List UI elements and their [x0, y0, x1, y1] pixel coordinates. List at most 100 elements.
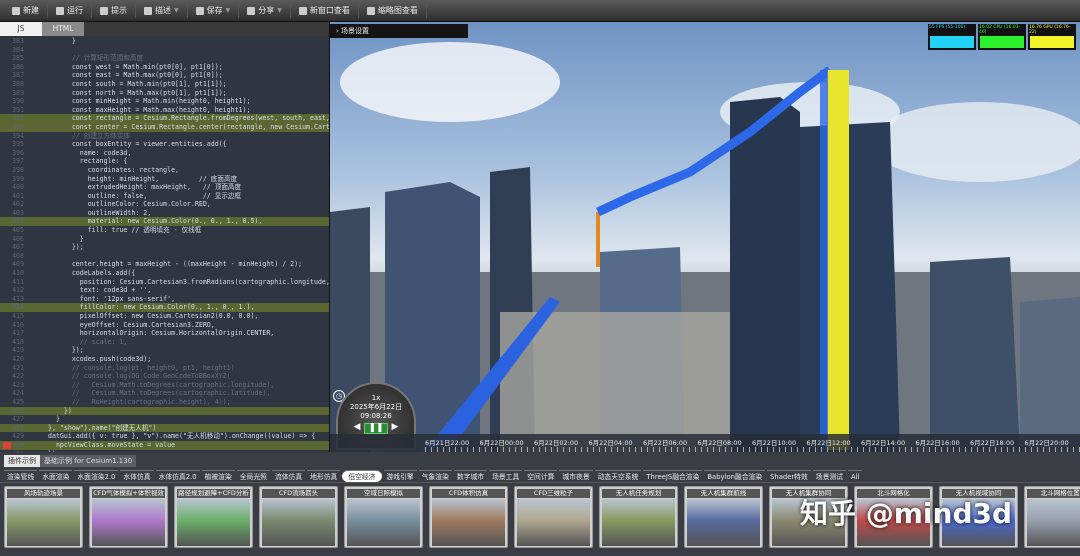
category-tab[interactable]: 全局光照	[236, 470, 270, 482]
toolbar-button-3[interactable]: 描述 ▼	[136, 3, 188, 18]
code-line: 401 outline: false, // 显示边框	[0, 192, 329, 201]
category-tab[interactable]: 数字城市	[453, 470, 488, 482]
line-number: 409	[12, 260, 24, 269]
perf-graph: 16.76 GPU (16.76-22)	[1028, 24, 1076, 50]
code-text: // Cesium.Math.toDegrees(cartographic.lo…	[48, 380, 275, 389]
code-line: 421 // console.log(pt, height0, pt1, hei…	[0, 364, 329, 373]
example-thumbnail[interactable]: 北斗网格位置码	[1024, 486, 1080, 548]
tab-plugin-examples[interactable]: 插件示例	[4, 455, 40, 467]
category-tab[interactable]: 渲染管线	[4, 470, 38, 482]
toolbar-button-5[interactable]: 分享 ▼	[239, 3, 291, 18]
line-number: 390	[12, 97, 24, 106]
example-thumbnail[interactable]: 风场轨迹场景	[4, 486, 83, 548]
example-thumbnail[interactable]: CFD气体模拟+体积视效	[89, 486, 168, 548]
code-text: const rectangle = Cesium.Rectangle.fromD…	[48, 114, 330, 123]
pause-button[interactable]: ❚❚	[364, 423, 388, 434]
category-tab[interactable]: 游戏引擎	[383, 470, 417, 482]
tab-html[interactable]: HTML	[42, 22, 84, 36]
tab-js[interactable]: JS	[0, 22, 42, 36]
code-text: });	[48, 346, 84, 355]
thumbnail-icon	[366, 6, 375, 15]
code-line: 402 outlineColor: Cesium.Color.RED,	[0, 200, 329, 209]
toolbar-button-6[interactable]: 新窗口查看	[291, 3, 359, 18]
scene-settings-panel[interactable]: › 场景设置	[330, 24, 468, 38]
code-line: 386 const west = Math.min(pt0[0], pt1[0]…	[0, 63, 329, 72]
rewind-button[interactable]: ◀	[354, 423, 361, 434]
code-line: 418 // scale: 1,	[0, 338, 329, 347]
toolbar-button-7[interactable]: 缩略图查看	[359, 3, 427, 18]
code-line: 388 const south = Math.min(pt0[1], pt1[1…	[0, 80, 329, 89]
category-tab[interactable]: 地形仿真	[307, 470, 341, 482]
code-text: text: code3d + '',	[48, 286, 152, 295]
code-line: 406 }	[0, 235, 329, 244]
example-thumbnail[interactable]: CFD三维粒子	[514, 486, 593, 548]
category-tab[interactable]: 气象渲染	[418, 470, 452, 482]
category-tab[interactable]: Babylon融合渲染	[704, 470, 766, 482]
chevron-down-icon: ▼	[225, 7, 231, 14]
code-line: 393 const center = Cesium.Rectangle.cent…	[0, 122, 329, 132]
toolbar-button-1[interactable]: 运行	[48, 3, 92, 18]
code-text: pixelOffset: new Cesium.Cartesian2(0.0, …	[48, 312, 259, 320]
thumbnail-title: CFD流场箭头	[262, 489, 335, 498]
category-tab[interactable]: 水面渲染	[39, 470, 73, 482]
code-line: 424 // Cesium.Math.toDegrees(cartographi…	[0, 389, 329, 398]
line-number: 413	[12, 294, 24, 303]
timeline-label: 6月21日22:00	[425, 439, 470, 447]
code-editor[interactable]: 383 } 384 385 // 计算矩形范围和高度 386 const west =…	[0, 36, 329, 452]
category-tab[interactable]: 植被渲染	[201, 470, 235, 482]
category-tab[interactable]: ThreeJS融合渲染	[643, 470, 703, 482]
forward-button[interactable]: ▶	[392, 423, 399, 434]
timeline-label: 6月22日16:00	[915, 439, 960, 447]
category-tab[interactable]: All	[847, 470, 863, 482]
toolbar-button-4[interactable]: 保存 ▼	[188, 3, 240, 18]
line-number: 397	[12, 157, 24, 166]
line-number: 428	[12, 423, 24, 432]
clock-time: 09:08:26	[360, 412, 392, 420]
tab-basic-examples[interactable]: 基础示例 for Cesium1.130	[40, 455, 137, 467]
category-tab[interactable]: 水体仿真	[120, 470, 154, 482]
code-text: font: '12px sans-serif',	[48, 294, 176, 303]
code-text: outline: false, // 显示边框	[48, 191, 242, 200]
toolbar-button-2[interactable]: 提示	[92, 3, 136, 18]
save-icon	[195, 6, 204, 15]
category-tab[interactable]: 空间计算	[524, 470, 558, 482]
timeline[interactable]: 6月21日22:00 6月22日00:00 6月22日02:00 6月22日04:00…	[330, 434, 1080, 452]
category-tab[interactable]: 低空经济	[342, 470, 382, 482]
line-number: 391	[12, 105, 24, 114]
category-tab[interactable]: 动态天空系统	[594, 470, 642, 482]
example-thumbnail[interactable]: 无人机集群航线	[684, 486, 763, 548]
line-number: 419	[12, 346, 24, 355]
code-line: 413 font: '12px sans-serif',	[0, 295, 329, 304]
perf-bar	[980, 36, 1024, 48]
category-tab[interactable]: 场景测试	[812, 470, 846, 482]
category-tab[interactable]: 场景工具	[489, 470, 523, 482]
error-marker-icon[interactable]	[3, 441, 11, 449]
example-thumbnail[interactable]: CFD体积仿真	[429, 486, 508, 548]
code-line: 396 name: code3d,	[0, 149, 329, 158]
line-number: 393	[12, 122, 24, 131]
category-tab[interactable]: Shader特效	[767, 470, 811, 482]
category-tab[interactable]: 水面渲染2.0	[74, 470, 119, 482]
code-text: })	[48, 406, 72, 415]
timeline-label: 6月22日18:00	[970, 439, 1015, 447]
example-thumbnail[interactable]: 路径规划避障+CFD分析	[174, 486, 253, 548]
code-text: // scale: 1,	[48, 337, 128, 346]
perf-label: 16.76 GPU (16.76-22)	[1029, 25, 1071, 35]
code-text: const north = Math.max(pt0[1], pt1[1]);	[48, 88, 227, 97]
category-tab[interactable]: 城市夜景	[559, 470, 593, 482]
category-tab[interactable]: 水体仿真2.0	[155, 470, 200, 482]
thumbnail-image	[262, 499, 335, 546]
toolbar-button-0[interactable]: 新建	[4, 3, 48, 18]
thumbnail-image	[92, 499, 165, 546]
3d-viewport[interactable]: › 场景设置 55 FPS (55-100) 16.02 CPU (16.03-4…	[330, 22, 1080, 452]
code-line: 408	[0, 252, 329, 261]
example-thumbnail[interactable]: CFD流场箭头	[259, 486, 338, 548]
category-tab[interactable]: 流体仿真	[271, 470, 306, 482]
city-scene	[330, 42, 1080, 452]
example-thumbnail[interactable]: 空域日照模拟	[344, 486, 423, 548]
example-thumbnail[interactable]: 无人机任务规划	[599, 486, 678, 548]
line-number: 410	[12, 269, 24, 278]
toolbar-button-label: 新建	[23, 6, 39, 15]
perf-graph: 55 FPS (55-100)	[928, 24, 976, 50]
